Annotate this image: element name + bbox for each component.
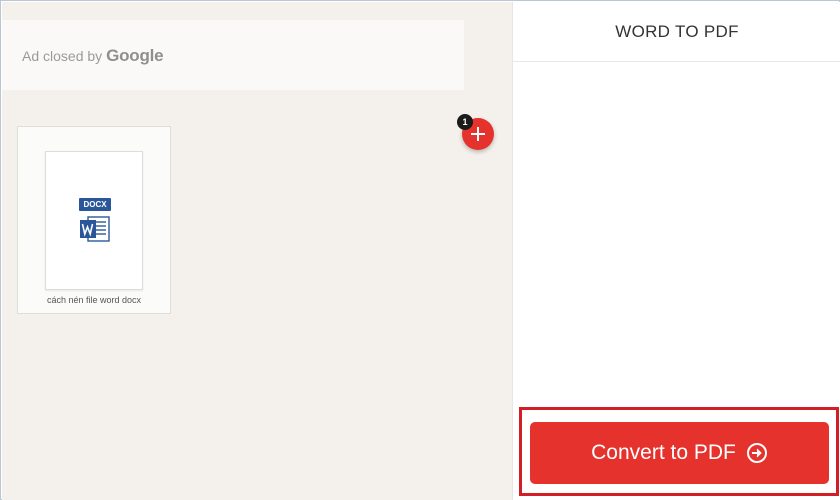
file-count-badge: 1 bbox=[457, 114, 473, 130]
word-file-icon bbox=[80, 216, 110, 242]
convert-button-label: Convert to PDF bbox=[591, 441, 736, 464]
file-thumbnail: DOCX bbox=[45, 151, 143, 290]
ad-brand-label: Google bbox=[106, 46, 164, 65]
file-type-badge: DOCX bbox=[79, 198, 111, 211]
plus-icon bbox=[471, 127, 485, 141]
file-workspace: Ad closed by Google DOCX cách nén file w… bbox=[2, 2, 512, 500]
file-name: cách nén file word docx bbox=[46, 295, 142, 305]
arrow-right-circle-icon bbox=[746, 443, 767, 463]
convert-to-pdf-button[interactable]: Convert to PDF bbox=[530, 422, 829, 484]
ad-closed-label: Ad closed by bbox=[22, 48, 103, 64]
ad-closed-text: Ad closed by Google bbox=[22, 46, 164, 66]
app-window: Ad closed by Google DOCX cách nén file w… bbox=[0, 0, 840, 500]
file-card[interactable]: DOCX cách nén file word docx bbox=[17, 126, 171, 314]
ad-placeholder: Ad closed by Google bbox=[2, 20, 464, 90]
tool-title: WORD TO PDF bbox=[513, 2, 840, 62]
